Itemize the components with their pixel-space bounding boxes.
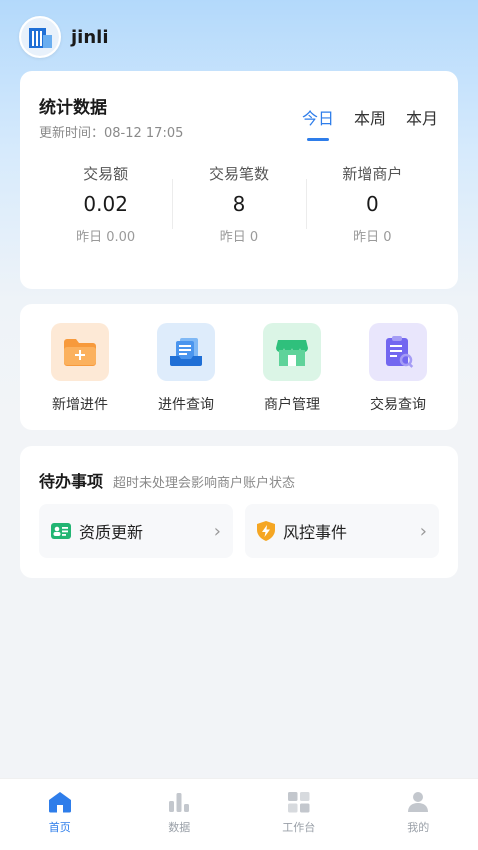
stats-title: 统计数据 [39,98,107,118]
metric-new-merchants: 新增商户 0 昨日 0 [305,163,439,245]
metric-value: 8 [232,192,246,216]
metric-yesterday: 昨日 0.00 [76,230,136,245]
tab-week[interactable]: 本周 [354,105,386,129]
tab-month[interactable]: 本月 [406,105,438,129]
todo-items: 资质更新 › 风控事件 › [39,504,439,558]
todo-header: 待办事项 超时未处理会影响商户账户状态 [39,468,295,492]
chevron-right-icon: › [419,520,427,542]
grid-icon [287,792,310,813]
metric-transaction-count: 交易笔数 8 昨日 0 [172,163,305,245]
todo-label: 风控事件 [283,523,348,542]
nav-mine[interactable]: 我的 [359,779,478,850]
nav-label: 数据 [168,821,191,834]
folder-add-icon [51,323,109,381]
nav-data[interactable]: 数据 [120,779,240,850]
header: jinli [19,16,109,58]
inbox-search-icon [157,323,215,381]
user-icon [408,792,429,812]
metric-value: 0 [365,192,379,216]
metric-yesterday: 昨日 0 [353,230,392,245]
todo-subtitle: 超时未处理会影响商户账户状态 [113,476,296,491]
todo-card: 待办事项 超时未处理会影响商户账户状态 资质更新 › 风控事件 › [20,446,458,578]
quick-actions-card: 新增进件 进件查询 商户管理 交易查询 [20,304,458,430]
action-merchant-management[interactable]: 商户管理 [257,323,327,430]
todo-title: 待办事项 [39,472,104,491]
metric-transaction-amount: 交易额 0.02 昨日 0.00 [39,163,172,245]
stats-metrics: 交易额 0.02 昨日 0.00 交易笔数 8 昨日 0 新增商户 0 昨日 0 [39,163,439,245]
action-application-query[interactable]: 进件查询 [151,323,221,430]
bottom-tabbar: 首页 数据 工作台 我的 [0,778,478,850]
username: jinli [71,26,109,48]
nav-label: 工作台 [282,821,316,834]
action-transaction-query[interactable]: 交易查询 [363,323,433,430]
stats-update-time: 更新时间：08-12 17:05 [39,126,184,141]
metric-label: 交易额 [83,165,129,183]
id-card-icon [51,523,71,539]
todo-label: 资质更新 [79,523,144,542]
metric-yesterday: 昨日 0 [219,230,259,245]
stats-card: 统计数据 更新时间：08-12 17:05 今日 本周 本月 交易额 0.02 … [20,71,458,289]
nav-workbench[interactable]: 工作台 [239,779,359,850]
building-logo-icon [21,18,59,56]
metric-label: 交易笔数 [208,165,269,183]
stats-period-tabs: 今日 本周 本月 [302,105,438,129]
bar-chart-icon [169,793,190,812]
metric-label: 新增商户 [342,165,403,183]
tab-today[interactable]: 今日 [302,105,334,129]
todo-item-risk-event[interactable]: 风控事件 › [245,504,439,558]
action-label: 交易查询 [370,397,426,413]
action-new-application[interactable]: 新增进件 [45,323,115,430]
shield-bolt-icon [257,521,275,541]
nav-label: 我的 [407,821,430,834]
nav-home[interactable]: 首页 [0,779,120,850]
home-icon [48,792,71,813]
action-label: 新增进件 [52,397,108,413]
metric-value: 0.02 [83,192,128,216]
nav-label: 首页 [48,821,71,834]
store-icon [263,323,321,381]
action-label: 进件查询 [158,397,214,413]
action-label: 商户管理 [264,397,320,413]
clipboard-search-icon [369,323,427,381]
chevron-right-icon: › [213,520,221,542]
avatar[interactable] [19,16,61,58]
todo-item-qualification-update[interactable]: 资质更新 › [39,504,233,558]
